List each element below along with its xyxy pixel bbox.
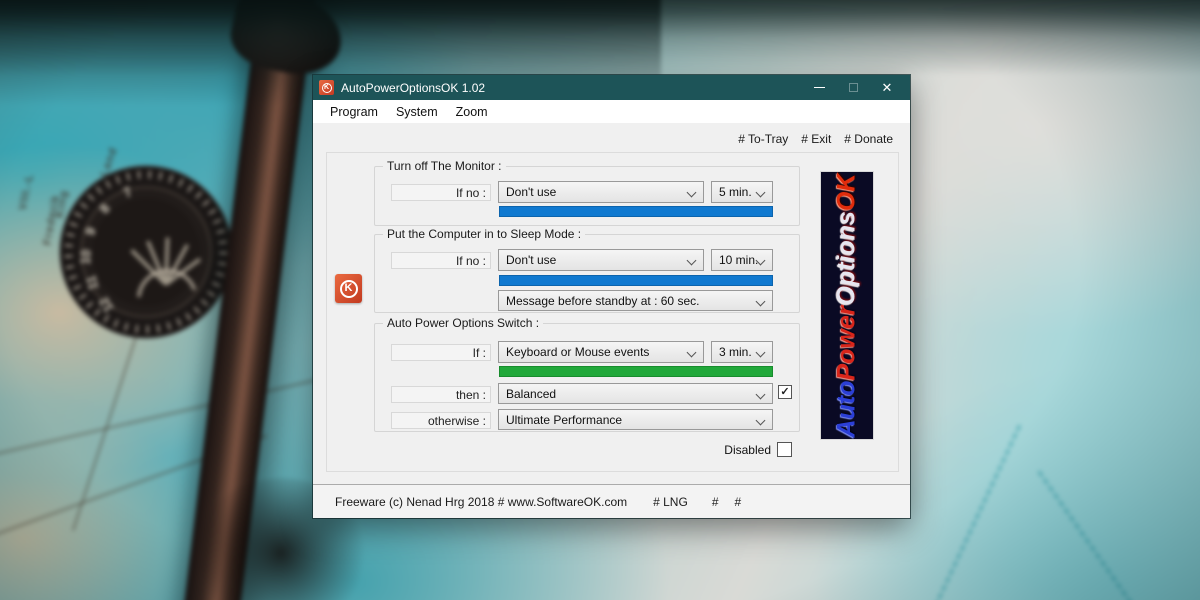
top-links: # To-Tray # Exit # Donate bbox=[738, 132, 893, 146]
dropdown-value: Ultimate Performance bbox=[506, 412, 623, 427]
switch-progress-bar bbox=[499, 366, 773, 377]
disabled-row: Disabled bbox=[724, 442, 792, 457]
app-icon: K bbox=[319, 80, 334, 95]
switch-time-dropdown[interactable]: 3 min. bbox=[711, 341, 773, 363]
chevron-down-icon bbox=[755, 347, 766, 358]
banner-text: AutoPowerOptionsOK bbox=[832, 173, 861, 438]
maximize-button[interactable] bbox=[836, 75, 870, 100]
sleep-time-dropdown[interactable]: 10 min. bbox=[711, 249, 773, 271]
banner-word: OK bbox=[832, 173, 861, 212]
dropdown-value: Balanced bbox=[506, 386, 557, 401]
chevron-down-icon bbox=[755, 389, 766, 400]
monitor-time-dropdown[interactable]: 5 min. bbox=[711, 181, 773, 203]
chevron-down-icon bbox=[686, 255, 697, 266]
condition-label: If no : bbox=[391, 252, 491, 269]
app-banner: AutoPowerOptionsOK bbox=[820, 171, 874, 440]
dropdown-value: Don't use bbox=[506, 185, 557, 199]
group-sleep-mode: Put the Computer in to Sleep Mode : If n… bbox=[374, 227, 800, 313]
app-window: K AutoPowerOptionsOK 1.02 ✕ Program Syst… bbox=[313, 75, 910, 518]
dropdown-value: Don't use bbox=[506, 253, 557, 267]
dropdown-value: 10 min. bbox=[719, 253, 759, 267]
status-bar: Freeware (c) Nenad Hrg 2018 # www.Softwa… bbox=[313, 484, 910, 518]
chevron-down-icon bbox=[755, 296, 766, 307]
sleep-event-dropdown[interactable]: Don't use bbox=[498, 249, 704, 271]
link-to-tray[interactable]: # To-Tray bbox=[738, 132, 788, 146]
close-icon: ✕ bbox=[881, 80, 893, 95]
menu-program[interactable]: Program bbox=[321, 100, 387, 123]
window-title: AutoPowerOptionsOK 1.02 bbox=[341, 80, 486, 95]
group-turn-off-monitor: Turn off The Monitor : If no : Don't use… bbox=[374, 159, 800, 226]
banner-word: Auto bbox=[832, 380, 861, 438]
group-title: Put the Computer in to Sleep Mode : bbox=[383, 227, 586, 241]
app-icon-letter: K bbox=[321, 82, 332, 93]
dropdown-value: Message before standby at : 60 sec. bbox=[506, 293, 700, 308]
title-bar[interactable]: K AutoPowerOptionsOK 1.02 ✕ bbox=[313, 75, 910, 100]
chevron-down-icon bbox=[755, 187, 766, 198]
monitor-progress-bar bbox=[499, 206, 773, 217]
menu-bar: Program System Zoom bbox=[313, 100, 910, 123]
otherwise-label: otherwise : bbox=[391, 412, 491, 429]
status-text: Freeware (c) Nenad Hrg 2018 # www.Softwa… bbox=[335, 494, 628, 509]
standby-message-dropdown[interactable]: Message before standby at : 60 sec. bbox=[498, 290, 773, 311]
otherwise-plan-dropdown[interactable]: Ultimate Performance bbox=[498, 409, 773, 430]
check-icon: ✓ bbox=[780, 385, 790, 398]
chevron-down-icon bbox=[755, 415, 766, 426]
screenshot-canvas: VIII.-L King Frederik Land 7 8 9 10 11 1… bbox=[0, 0, 1200, 600]
menu-zoom[interactable]: Zoom bbox=[447, 100, 497, 123]
group-title: Auto Power Options Switch : bbox=[383, 316, 544, 330]
link-exit[interactable]: # Exit bbox=[801, 132, 831, 146]
dropdown-value: Keyboard or Mouse events bbox=[506, 345, 650, 359]
then-checkbox[interactable]: ✓ bbox=[778, 385, 792, 399]
group-title: Turn off The Monitor : bbox=[383, 159, 506, 173]
then-plan-dropdown[interactable]: Balanced bbox=[498, 383, 773, 404]
condition-label: If no : bbox=[391, 184, 491, 201]
sleep-progress-bar bbox=[499, 275, 773, 286]
disabled-label: Disabled bbox=[724, 442, 771, 457]
maximize-icon bbox=[848, 83, 858, 92]
disabled-checkbox[interactable] bbox=[777, 442, 792, 457]
chevron-down-icon bbox=[686, 347, 697, 358]
app-logo-letter: K bbox=[339, 279, 358, 298]
group-power-options-switch: Auto Power Options Switch : If : Keyboar… bbox=[374, 316, 800, 432]
minimize-button[interactable] bbox=[802, 75, 836, 100]
close-button[interactable]: ✕ bbox=[870, 75, 904, 100]
dropdown-value: 5 min. bbox=[719, 185, 752, 199]
menu-system[interactable]: System bbox=[387, 100, 447, 123]
app-logo-icon: K bbox=[335, 274, 362, 303]
switch-event-dropdown[interactable]: Keyboard or Mouse events bbox=[498, 341, 704, 363]
status-link-hash-1[interactable]: # bbox=[712, 495, 719, 509]
monitor-event-dropdown[interactable]: Don't use bbox=[498, 181, 704, 203]
banner-word: Options bbox=[832, 211, 861, 306]
chevron-down-icon bbox=[686, 187, 697, 198]
dropdown-value: 3 min. bbox=[719, 345, 752, 359]
link-donate[interactable]: # Donate bbox=[844, 132, 893, 146]
status-link-hash-2[interactable]: # bbox=[735, 495, 742, 509]
status-link-lng[interactable]: # LNG bbox=[653, 495, 688, 509]
banner-word: Power bbox=[832, 305, 861, 381]
minimize-icon bbox=[813, 87, 825, 88]
then-label: then : bbox=[391, 386, 491, 403]
condition-label: If : bbox=[391, 344, 491, 361]
